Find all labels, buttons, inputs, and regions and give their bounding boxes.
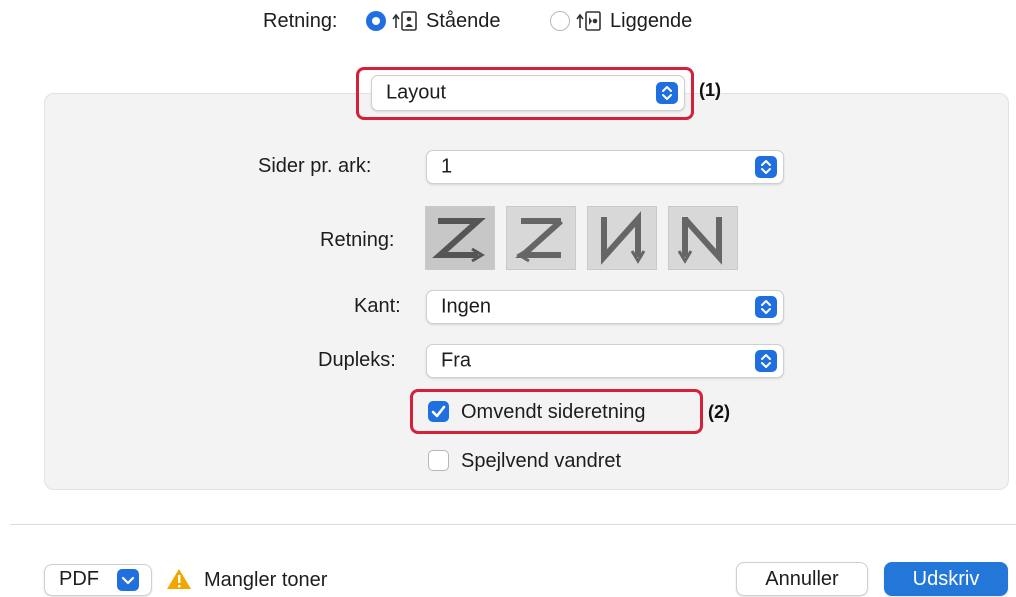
portrait-label[interactable]: Stående — [426, 9, 501, 33]
portrait-icon — [392, 11, 417, 31]
callout-2-label: (2) — [708, 402, 730, 422]
stepper-icon — [755, 296, 777, 318]
footer-separator — [10, 524, 1016, 525]
pdf-menu-button[interactable]: PDF — [44, 564, 152, 596]
reverse-orientation-checkbox[interactable] — [428, 401, 449, 422]
duplex-value: Fra — [441, 349, 471, 372]
border-label: Kant: — [354, 295, 401, 317]
reverse-n-arrow-icon — [677, 216, 722, 265]
pages-per-sheet-select[interactable]: 1 — [426, 150, 784, 184]
cancel-button[interactable]: Annuller — [736, 562, 868, 596]
reverse-orientation-label[interactable]: Omvendt sideretning — [461, 400, 646, 424]
direction-reverse-z-button[interactable] — [506, 206, 576, 270]
direction-label: Retning: — [320, 229, 395, 251]
direction-z-button[interactable] — [425, 206, 495, 270]
landscape-radio[interactable] — [550, 11, 570, 31]
section-select[interactable]: Layout — [371, 75, 685, 111]
reverse-z-arrow-icon — [515, 218, 564, 263]
flip-horizontal-checkbox[interactable] — [428, 450, 449, 471]
pages-per-sheet-value: 1 — [441, 155, 453, 178]
z-arrow-icon — [432, 218, 486, 263]
stepper-icon — [656, 82, 678, 104]
landscape-label[interactable]: Liggende — [610, 9, 692, 33]
landscape-icon — [576, 11, 601, 31]
chevron-down-icon — [117, 569, 139, 591]
flip-horizontal-label[interactable]: Spejlvend vandret — [461, 449, 621, 473]
stepper-icon — [755, 350, 777, 372]
direction-reverse-n-button[interactable] — [668, 206, 738, 270]
pages-per-sheet-label: Sider pr. ark: — [258, 155, 372, 177]
pdf-label: PDF — [59, 568, 99, 590]
stepper-icon — [755, 156, 777, 178]
warning-icon — [167, 569, 191, 589]
checkmark-icon — [431, 405, 446, 418]
border-select[interactable]: Ingen — [426, 290, 784, 324]
print-button[interactable]: Udskriv — [884, 562, 1008, 596]
duplex-label: Dupleks: — [318, 349, 396, 371]
section-select-value: Layout — [386, 81, 447, 104]
border-value: Ingen — [441, 295, 492, 318]
direction-n-button[interactable] — [587, 206, 657, 270]
callout-1-label: (1) — [699, 80, 721, 100]
portrait-radio[interactable] — [366, 11, 386, 31]
warning-text: Mangler toner — [204, 569, 328, 591]
n-arrow-icon — [601, 211, 646, 265]
orientation-label: Retning: — [263, 10, 338, 32]
duplex-select[interactable]: Fra — [426, 344, 784, 378]
